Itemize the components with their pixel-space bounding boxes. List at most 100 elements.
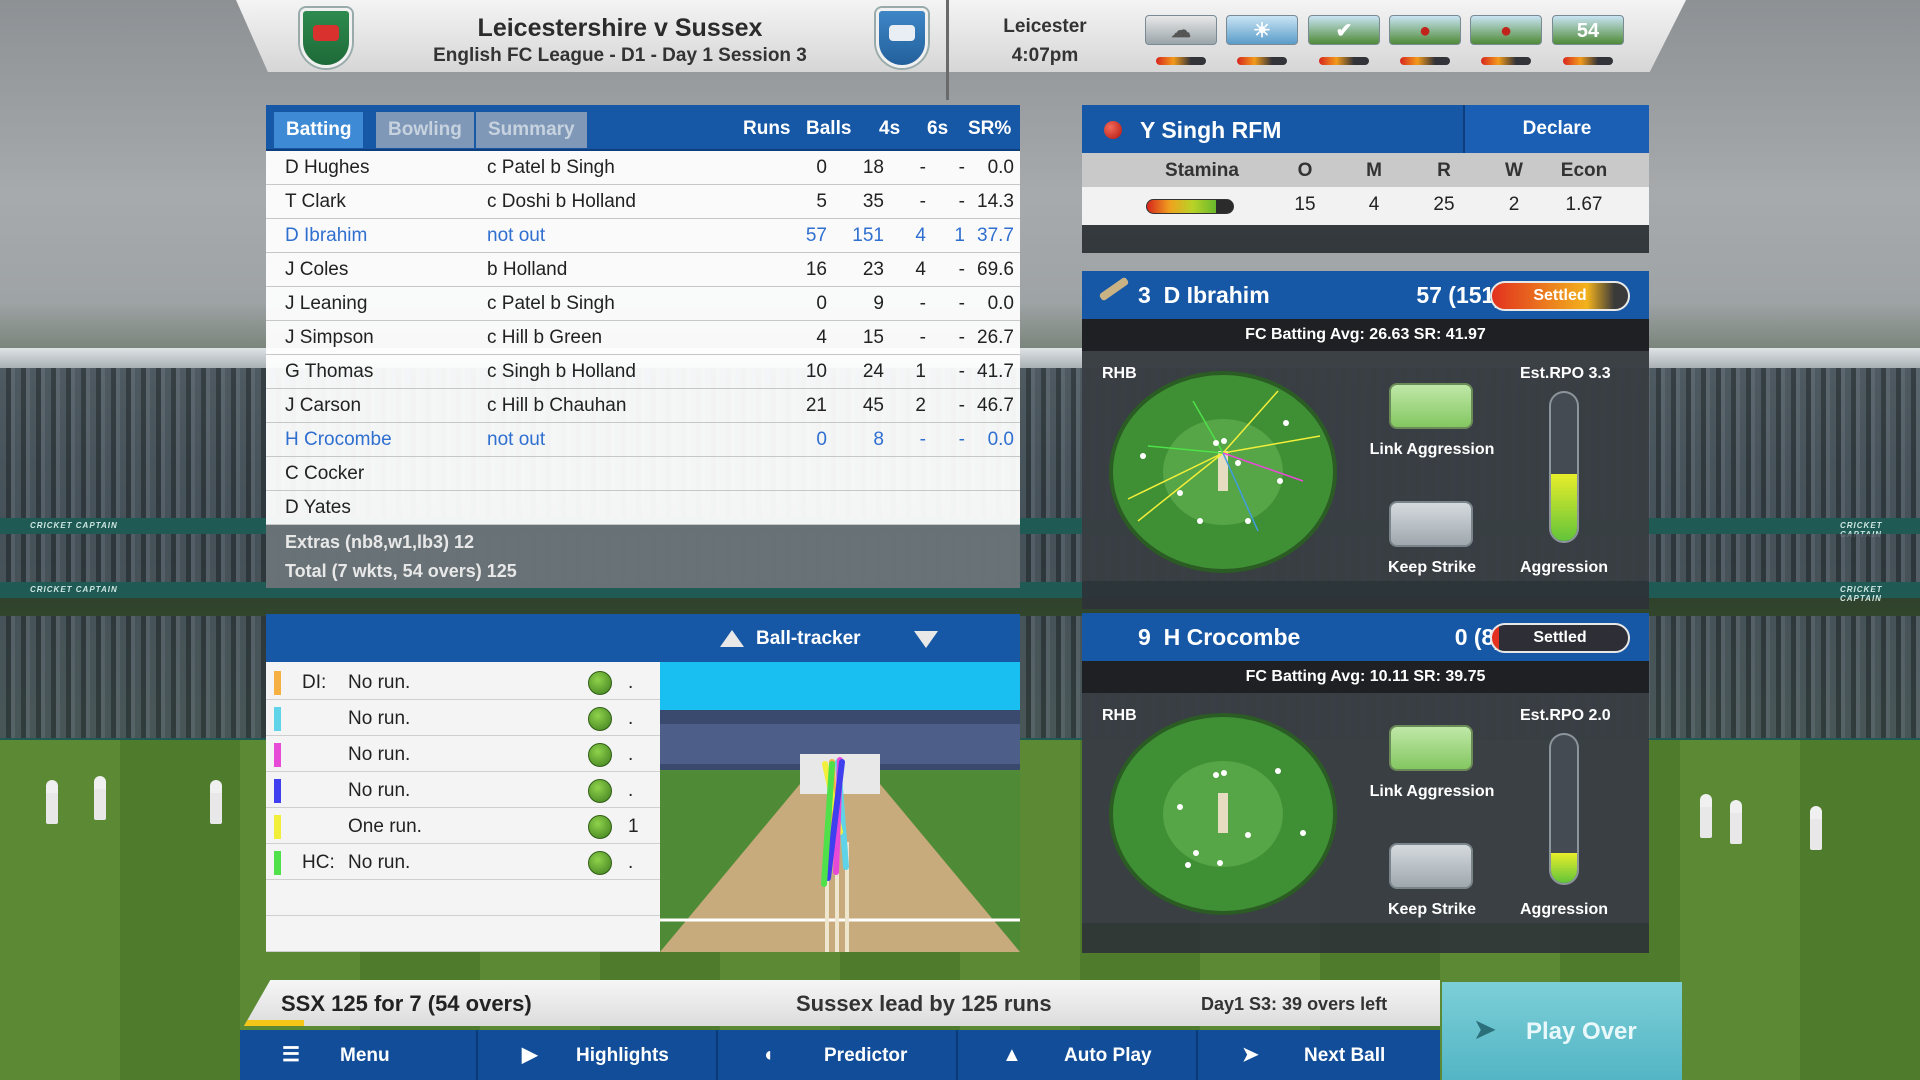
fours-cell: 4	[915, 225, 926, 246]
sr-cell: 26.7	[977, 327, 1014, 348]
ball-color-swatch	[274, 707, 281, 731]
ball-icon	[588, 779, 612, 803]
wagon-wheel[interactable]	[1108, 713, 1338, 915]
batsman-average: FC Batting Avg: 10.11 SR: 39.75	[1082, 661, 1649, 693]
overs-badge[interactable]: 54	[1552, 15, 1624, 45]
batsman-state-badge: Settled	[1490, 281, 1630, 311]
batsman-name-cell: J Leaning	[285, 293, 368, 314]
table-row[interactable]: J Coles b Holland 16 23 4 -69.6	[266, 253, 1020, 287]
bottom-menu-bar: ☰ Menu ▶ Highlights ◖ Predictor ▲ Auto P…	[240, 1030, 1440, 1080]
ball-color-swatch	[274, 779, 281, 803]
batsman-controls: RHB Link Aggression Keep Strike Est.RPO …	[1082, 351, 1649, 581]
batsman-initials: DI:	[302, 672, 327, 693]
tab-batting[interactable]: Batting	[274, 112, 364, 148]
dismissal-cell: not out	[487, 429, 546, 450]
link-aggression-button[interactable]	[1389, 725, 1473, 771]
pitch-level-bar	[1319, 57, 1369, 65]
list-item[interactable]: No run..	[266, 700, 660, 736]
col-sixes: 6s	[927, 118, 949, 139]
fielder-figure	[1730, 800, 1742, 844]
keep-strike-button[interactable]	[1389, 501, 1473, 547]
batsman-name: 9 H Crocombe	[1138, 624, 1301, 650]
weather-cloud-icon[interactable]: ☁	[1145, 15, 1217, 45]
scroll-up-arrow-icon[interactable]	[720, 630, 744, 647]
wagon-wheel[interactable]	[1108, 371, 1338, 573]
col-overs: O	[1297, 160, 1313, 181]
auto-play-button[interactable]: ▲ Auto Play	[960, 1030, 1198, 1080]
dismissal-cell: b Holland	[487, 259, 568, 280]
table-row[interactable]: D Hughes c Patel b Singh 0 18 - - 0.0	[266, 151, 1020, 185]
balls-cell: 18	[862, 157, 884, 178]
ball-description: No run.	[348, 744, 411, 765]
keep-strike-button[interactable]	[1389, 843, 1473, 889]
list-item[interactable]: No run..	[266, 736, 660, 772]
runs-cell: 0	[816, 157, 827, 178]
venue-name: Leicester	[1003, 16, 1087, 37]
table-row[interactable]: H Crocombe not out 0 8 - - 0.0	[266, 423, 1020, 457]
aggression-slider[interactable]	[1549, 733, 1579, 885]
menu-button[interactable]: ☰ Menu	[240, 1030, 478, 1080]
table-row[interactable]: T Clark c Doshi b Holland 5 35- -14.3	[266, 185, 1020, 219]
play-over-button[interactable]: ➤ Play Over	[1442, 982, 1682, 1080]
table-row[interactable]: J Simpson c Hill b Green 4 15- -26.7	[266, 321, 1020, 355]
estimated-rpo: Est.RPO 2.0	[1520, 707, 1611, 724]
batsman-panel-striker: 3 D Ibrahim 57 (151) Settled FC Batting …	[1082, 271, 1649, 609]
ball-condition-icon[interactable]: ●	[1389, 15, 1461, 45]
highlights-label: Highlights	[576, 1045, 669, 1066]
batsman-average: FC Batting Avg: 26.63 SR: 41.97	[1082, 319, 1649, 351]
status-accent	[244, 1020, 304, 1026]
batsman-name-cell: T Clark	[285, 191, 346, 212]
ball-list: DI: No run.. No run.. No run.. No run.. One r…	[266, 662, 660, 952]
fielder-figure	[1810, 806, 1822, 850]
bowler-columns: Stamina O M R W Econ	[1082, 153, 1649, 187]
predictor-button[interactable]: ◖ Predictor	[720, 1030, 958, 1080]
tab-summary[interactable]: Summary	[476, 112, 587, 148]
bowler-values: 15 4 25 2 1.67	[1082, 187, 1649, 225]
list-item[interactable]: One run. 1	[266, 808, 660, 844]
col-stamina: Stamina	[1165, 160, 1239, 181]
table-row[interactable]: D Ibrahim not out 57 151 4 1 37.7	[266, 219, 1020, 253]
aggression-fill	[1551, 853, 1577, 883]
sr-cell: 46.7	[977, 395, 1014, 416]
ball-tracker-view[interactable]	[660, 662, 1020, 952]
table-row[interactable]: D Yates	[266, 491, 1020, 525]
table-row[interactable]: G Thomas c Singh b Holland 10 24 1 -41.7	[266, 355, 1020, 389]
next-ball-button[interactable]: ➤ Next Ball	[1200, 1030, 1438, 1080]
pitch-condition-icon[interactable]: ✔	[1308, 15, 1380, 45]
sixes-cell: -	[958, 395, 965, 416]
sixes-cell: -	[958, 429, 965, 450]
col-maidens: M	[1366, 160, 1382, 181]
highlights-button[interactable]: ▶ Highlights	[480, 1030, 718, 1080]
table-row[interactable]: C Cocker	[266, 457, 1020, 491]
link-aggression-button[interactable]	[1389, 383, 1473, 429]
runs-cell: 0	[816, 429, 827, 450]
session-remaining: Day1 S3: 39 overs left	[1201, 994, 1388, 1014]
ball-tracker-header: Ball-tracker	[266, 614, 1020, 662]
batsman-name-cell: D Hughes	[285, 157, 370, 178]
bowler-maidens: 4	[1368, 194, 1380, 215]
table-row[interactable]: J Leaning c Patel b Singh 0 9 - - 0.0	[266, 287, 1020, 321]
list-item[interactable]: HC: No run..	[266, 844, 660, 880]
scroll-down-arrow-icon[interactable]	[914, 631, 938, 648]
aggression-slider[interactable]	[1549, 391, 1579, 543]
weather-level-bar	[1156, 57, 1206, 65]
bat-icon	[1098, 276, 1130, 302]
col-strike-rate: SR%	[968, 118, 1012, 139]
list-item[interactable]: DI: No run..	[266, 664, 660, 700]
outfield-condition-icon[interactable]: ●	[1470, 15, 1542, 45]
batsman-state-badge: Settled	[1490, 623, 1630, 653]
list-item[interactable]: No run..	[266, 772, 660, 808]
batsman-name-cell: J Coles	[285, 259, 349, 280]
fours-cell: -	[919, 157, 926, 178]
table-row[interactable]: J Carson c Hill b Chauhan 21 45 2 -46.7	[266, 389, 1020, 423]
batsman-header: 9 H Crocombe 0 (8) Settled	[1082, 613, 1649, 661]
runs-cell: 4	[816, 327, 827, 348]
aggression-fill	[1551, 474, 1577, 541]
match-time: 4:07pm	[1011, 45, 1079, 66]
sun-light-icon[interactable]: ☀	[1226, 15, 1298, 45]
tab-bowling[interactable]: Bowling	[376, 112, 474, 148]
ball-color-swatch	[274, 851, 281, 875]
declare-button[interactable]: Declare	[1463, 105, 1649, 153]
link-aggression-label: Link Aggression	[1369, 783, 1495, 800]
bowler-panel: Y Singh RFM Declare Stamina O M R W Econ…	[1082, 105, 1649, 253]
